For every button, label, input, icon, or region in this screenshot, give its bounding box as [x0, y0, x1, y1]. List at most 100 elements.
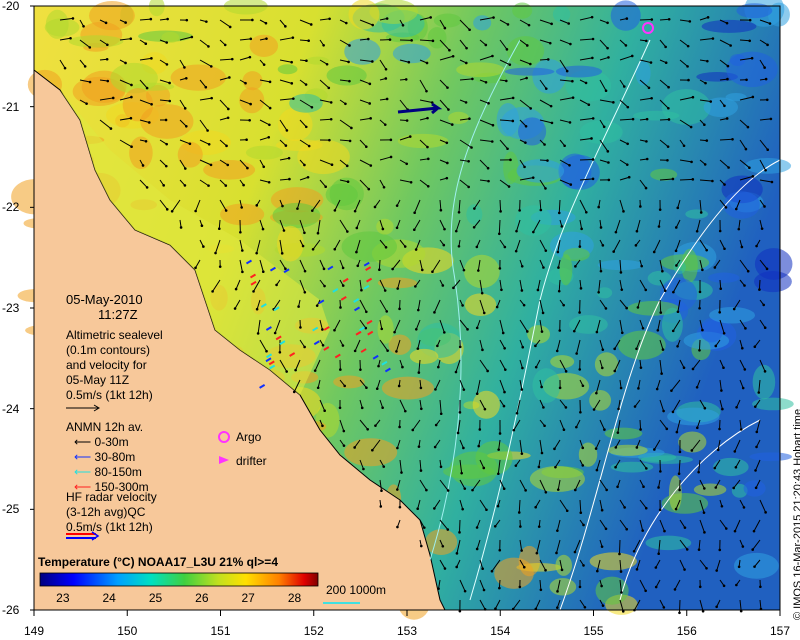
velocity-arrow-head	[448, 48, 451, 52]
velocity-arrow-head	[504, 368, 507, 371]
velocity-arrow-head	[313, 369, 317, 372]
velocity-arrow-head	[556, 488, 560, 491]
velocity-arrow-head	[495, 305, 499, 309]
lat-tick-label: -24	[2, 401, 20, 416]
velocity-arrow-head	[460, 471, 463, 475]
velocity-arrow-head	[578, 311, 581, 314]
velocity-arrow-head	[462, 268, 466, 272]
velocity-arrow-head	[226, 116, 230, 120]
velocity-arrow-head	[625, 527, 629, 531]
velocity-arrow-head	[275, 283, 278, 287]
velocity-arrow-head	[144, 139, 148, 143]
velocity-arrow-head	[369, 117, 372, 120]
velocity-arrow-head	[723, 247, 726, 251]
velocity-arrow-head	[667, 118, 671, 121]
velocity-arrow-head	[261, 270, 265, 273]
velocity-arrow-head	[165, 41, 169, 44]
velocity-arrow-head	[262, 63, 266, 66]
velocity-arrow-head	[507, 185, 511, 188]
velocity-arrow-head	[519, 525, 522, 528]
velocity-arrow-head	[529, 107, 532, 110]
velocity-arrow-head	[562, 428, 566, 432]
velocity-arrow-head	[303, 345, 306, 349]
velocity-arrow-head	[457, 211, 461, 214]
velocity-arrow-head	[678, 611, 681, 615]
velocity-arrow-head	[676, 310, 680, 314]
velocity-arrow-head	[480, 291, 484, 295]
velocity-arrow-head	[601, 604, 605, 607]
velocity-arrow-head	[303, 163, 306, 167]
velocity-arrow-head	[520, 388, 524, 391]
velocity-arrow-head	[722, 366, 725, 370]
sst-patch	[503, 151, 519, 185]
velocity-arrow-head	[345, 21, 348, 25]
velocity-arrow-head	[724, 527, 728, 530]
velocity-arrow-head	[471, 77, 474, 81]
velocity-arrow-head	[726, 77, 729, 81]
velocity-arrow-head	[252, 290, 255, 293]
velocity-arrow-head	[677, 472, 681, 476]
velocity-arrow-head	[106, 79, 110, 83]
velocity-arrow-head	[690, 160, 693, 164]
velocity-arrow-head	[557, 211, 561, 215]
velocity-arrow-head	[321, 424, 324, 428]
velocity-arrow-head	[613, 347, 616, 351]
velocity-arrow-head	[166, 17, 169, 21]
velocity-arrow-head	[600, 366, 604, 370]
velocity-arrow-head	[327, 86, 331, 90]
velocity-arrow-head	[601, 348, 605, 351]
velocity-arrow-head	[491, 54, 494, 58]
velocity-arrow-head	[225, 144, 228, 148]
velocity-arrow-head	[397, 384, 401, 388]
velocity-arrow-head	[365, 310, 368, 314]
velocity-arrow-head	[482, 466, 486, 470]
sst-patch	[754, 248, 793, 280]
velocity-arrow-head	[499, 210, 502, 213]
velocity-arrow-head	[573, 488, 577, 492]
velocity-arrow-head	[310, 209, 314, 212]
velocity-arrow-head	[758, 288, 761, 291]
velocity-arrow-head	[414, 327, 418, 331]
sst-patch	[456, 62, 505, 78]
velocity-arrow-head	[463, 589, 467, 593]
velocity-arrow-head	[455, 552, 459, 555]
velocity-arrow-head	[410, 39, 413, 42]
velocity-arrow-head	[581, 464, 585, 467]
velocity-arrow-head	[305, 59, 308, 63]
velocity-arrow-head	[526, 330, 529, 333]
velocity-arrow-head	[697, 470, 700, 474]
velocity-arrow-head	[518, 209, 521, 212]
isobath-label: 200 1000m	[326, 583, 387, 597]
velocity-arrow-head	[422, 526, 426, 529]
velocity-arrow-head	[591, 177, 595, 181]
velocity-arrow-head	[633, 405, 637, 408]
velocity-arrow-head	[389, 155, 393, 159]
velocity-arrow-head	[230, 57, 234, 61]
velocity-arrow-head	[705, 248, 708, 252]
colorbar	[39, 572, 319, 587]
velocity-arrow-head	[396, 525, 399, 529]
velocity-arrow-head	[540, 330, 544, 333]
velocity-arrow-head	[506, 147, 509, 151]
velocity-arrow-head	[443, 227, 446, 231]
velocity-arrow-head	[537, 525, 541, 528]
velocity-arrow-head	[721, 407, 724, 411]
velocity-arrow-head	[241, 270, 244, 274]
velocity-arrow-head	[416, 347, 420, 350]
velocity-arrow-head	[210, 96, 213, 100]
velocity-arrow-head	[386, 349, 389, 352]
velocity-arrow-head	[705, 139, 709, 142]
legend-line: 0.5m/s (1kt 12h)	[66, 388, 153, 402]
velocity-arrow-head	[316, 386, 320, 390]
sst-patch	[610, 461, 654, 473]
velocity-arrow-head	[443, 331, 446, 334]
sst-patch	[693, 483, 727, 496]
velocity-arrow-head	[657, 486, 660, 489]
velocity-arrow-head	[360, 288, 363, 292]
velocity-arrow-head	[670, 389, 673, 392]
velocity-arrow-head	[596, 569, 599, 573]
velocity-arrow-head	[434, 388, 437, 391]
velocity-arrow-head	[145, 86, 149, 90]
velocity-arrow-head	[579, 511, 583, 515]
drifter-label: drifter	[236, 454, 267, 468]
